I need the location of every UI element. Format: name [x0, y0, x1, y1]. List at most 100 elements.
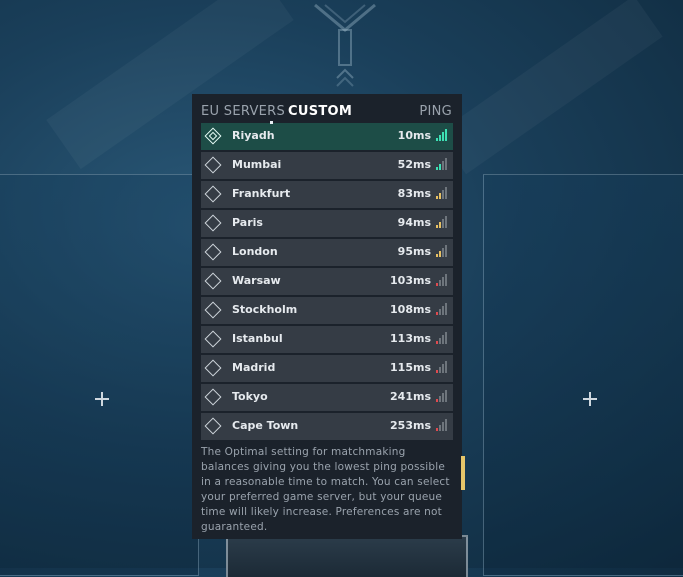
server-row-frankfurt[interactable]: Frankfurt 83ms: [201, 181, 453, 208]
signal-bar: [442, 422, 444, 431]
ping-indicator-dot: [270, 121, 273, 124]
signal-bars-icon: [436, 129, 447, 141]
server-row-warsaw[interactable]: Warsaw 103ms: [201, 268, 453, 295]
server-ping: 108ms: [390, 303, 431, 316]
signal-bar: [436, 370, 438, 373]
signal-bars-icon: [436, 332, 447, 344]
tab-eu-servers[interactable]: EU SERVERS: [201, 104, 285, 119]
diamond-icon: [204, 272, 222, 290]
server-ping: 94ms: [397, 216, 431, 229]
signal-bar: [445, 303, 447, 315]
server-name: Stockholm: [232, 303, 298, 316]
top-emblem: [314, 3, 376, 87]
server-name: Paris: [232, 216, 263, 229]
signal-bar: [436, 225, 438, 228]
signal-bar: [439, 135, 441, 141]
diamond-icon: [204, 185, 222, 203]
server-row-london[interactable]: London 95ms: [201, 239, 453, 266]
diamond-icon: [204, 417, 222, 435]
diamond-icon: [204, 388, 222, 406]
signal-bar: [439, 280, 441, 286]
server-row-paris[interactable]: Paris 94ms: [201, 210, 453, 237]
signal-bar: [442, 335, 444, 344]
signal-bar: [436, 283, 438, 286]
server-list: Riyadh 10ms Mumbai 52ms Frankfurt 83ms Paris 94…: [201, 123, 453, 442]
signal-bar: [442, 364, 444, 373]
signal-bars-icon: [436, 274, 447, 286]
server-select-panel: EU SERVERS CUSTOM PING Riyadh 10ms Mumbai 5…: [192, 94, 462, 539]
diamond-selected-icon: [204, 127, 222, 145]
signal-bar: [436, 341, 438, 344]
signal-bars-icon: [436, 187, 447, 199]
signal-bar: [436, 196, 438, 199]
diamond-icon: [204, 330, 222, 348]
background-streak: [437, 0, 663, 175]
add-right-plus-icon[interactable]: [583, 392, 597, 406]
signal-bar: [442, 393, 444, 402]
signal-bar: [442, 132, 444, 141]
signal-bar: [436, 254, 438, 257]
signal-bar: [436, 428, 438, 431]
signal-bar: [442, 248, 444, 257]
signal-bars-icon: [436, 361, 447, 373]
signal-bars-icon: [436, 303, 447, 315]
signal-bar: [439, 396, 441, 402]
server-row-stockholm[interactable]: Stockholm 108ms: [201, 297, 453, 324]
signal-bar: [436, 138, 438, 141]
signal-bar: [439, 164, 441, 170]
signal-bar: [445, 419, 447, 431]
signal-bar: [436, 312, 438, 315]
signal-bar: [445, 129, 447, 141]
server-ping: 253ms: [390, 419, 431, 432]
signal-bar: [439, 425, 441, 431]
server-ping: 95ms: [397, 245, 431, 258]
server-row-istanbul[interactable]: Istanbul 113ms: [201, 326, 453, 353]
diamond-icon: [204, 243, 222, 261]
signal-bars-icon: [436, 245, 447, 257]
diamond-icon: [204, 156, 222, 174]
signal-bar: [445, 187, 447, 199]
signal-bar: [445, 332, 447, 344]
server-row-cape-town[interactable]: Cape Town 253ms: [201, 413, 453, 440]
server-row-mumbai[interactable]: Mumbai 52ms: [201, 152, 453, 179]
signal-bars-icon: [436, 390, 447, 402]
signal-bars-icon: [436, 419, 447, 431]
signal-bar: [442, 190, 444, 199]
server-ping: 241ms: [390, 390, 431, 403]
signal-bar: [439, 193, 441, 199]
signal-bar: [442, 306, 444, 315]
server-name: Mumbai: [232, 158, 282, 171]
signal-bar: [445, 216, 447, 228]
server-tabs: EU SERVERS CUSTOM PING: [201, 104, 453, 124]
signal-bar: [436, 399, 438, 402]
signal-bar: [445, 361, 447, 373]
add-left-plus-icon[interactable]: [95, 392, 109, 406]
diamond-icon: [204, 359, 222, 377]
server-name: London: [232, 245, 278, 258]
signal-bar: [445, 158, 447, 170]
signal-bar: [445, 245, 447, 257]
signal-bar: [436, 167, 438, 170]
server-ping: 10ms: [397, 129, 431, 142]
server-ping: 52ms: [397, 158, 431, 171]
diamond-icon: [204, 301, 222, 319]
server-row-tokyo[interactable]: Tokyo 241ms: [201, 384, 453, 411]
server-ping: 113ms: [390, 332, 431, 345]
signal-bars-icon: [436, 158, 447, 170]
tab-custom[interactable]: CUSTOM: [288, 104, 352, 119]
server-name: Cape Town: [232, 419, 299, 432]
signal-bar: [442, 161, 444, 170]
server-name: Tokyo: [232, 390, 268, 403]
server-row-madrid[interactable]: Madrid 115ms: [201, 355, 453, 382]
diamond-icon: [204, 214, 222, 232]
server-name: Warsaw: [232, 274, 281, 287]
signal-bar: [445, 390, 447, 402]
server-row-riyadh[interactable]: Riyadh 10ms: [201, 123, 453, 150]
right-side-panel: [483, 174, 683, 576]
signal-bar: [442, 277, 444, 286]
scrollbar-thumb[interactable]: [461, 456, 465, 490]
server-name: Riyadh: [232, 129, 275, 142]
signal-bar: [439, 367, 441, 373]
signal-bar: [439, 251, 441, 257]
signal-bar: [442, 219, 444, 228]
